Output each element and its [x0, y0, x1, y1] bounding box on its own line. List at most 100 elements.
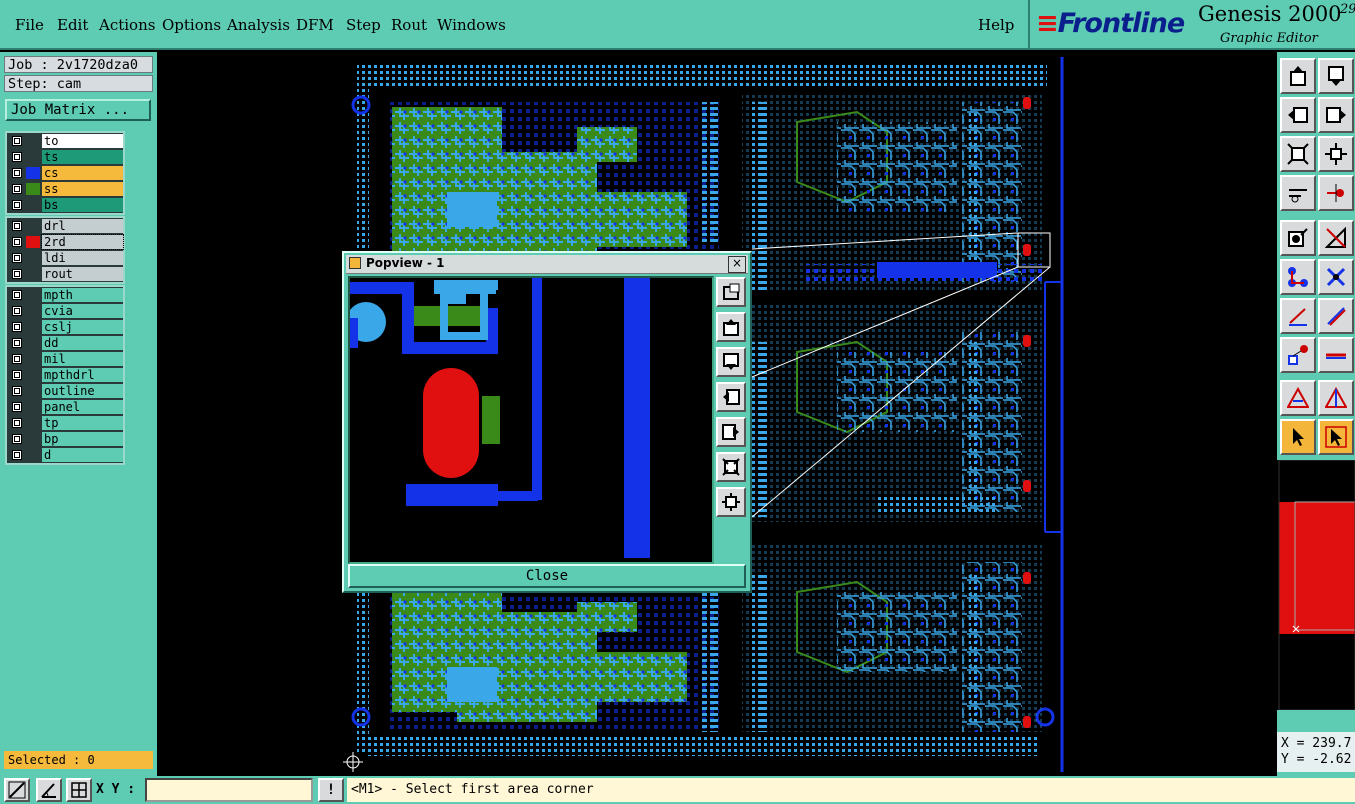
layer-name[interactable]: cslj: [42, 320, 123, 334]
layer-row-2rd[interactable]: 2rd: [7, 234, 124, 250]
zoom-out-icon[interactable]: [716, 487, 746, 517]
net-cross-icon[interactable]: [1318, 259, 1354, 295]
popview-titlebar[interactable]: Popview - 1 ×: [346, 255, 748, 274]
pan-down-icon[interactable]: [716, 347, 746, 377]
layer-checkbox[interactable]: [12, 237, 22, 247]
layer-row-ts[interactable]: ts: [7, 149, 123, 165]
alert-icon[interactable]: !: [318, 778, 344, 802]
layer-checkbox[interactable]: [12, 418, 22, 428]
layer-checkbox[interactable]: [12, 269, 22, 279]
layer-row-cvia[interactable]: cvia: [7, 303, 123, 319]
layer-color-swatch[interactable]: [26, 385, 40, 397]
triangle-icon[interactable]: [1280, 380, 1316, 416]
pan-up-icon[interactable]: [716, 312, 746, 342]
layer-name[interactable]: cvia: [42, 304, 123, 318]
layer-checkbox[interactable]: [12, 434, 22, 444]
layer-name[interactable]: bs: [42, 198, 123, 212]
layer-color-swatch[interactable]: [26, 252, 40, 264]
layer-color-swatch[interactable]: [26, 401, 40, 413]
triangle-split-icon[interactable]: [1318, 380, 1354, 416]
layer-color-swatch[interactable]: [26, 449, 40, 461]
layer-color-swatch[interactable]: [26, 199, 40, 211]
layer-name[interactable]: ss: [42, 182, 123, 196]
job-matrix-button[interactable]: Job Matrix ...: [5, 99, 151, 121]
line-draw-icon[interactable]: [1280, 298, 1316, 334]
measure-icon[interactable]: [1280, 175, 1316, 211]
select-pointer-icon[interactable]: [1280, 419, 1316, 455]
menu-help[interactable]: Help: [978, 16, 1014, 34]
net-select-icon[interactable]: [1280, 259, 1316, 295]
menu-actions[interactable]: Actions: [99, 16, 155, 34]
layer-row-outline[interactable]: outline: [7, 383, 123, 399]
pan-left-icon[interactable]: [1280, 97, 1316, 133]
probe-icon[interactable]: [1318, 175, 1354, 211]
layer-color-swatch[interactable]: [26, 135, 40, 147]
pan-right-icon[interactable]: [716, 417, 746, 447]
layer-checkbox[interactable]: [12, 200, 22, 210]
layer-checkbox[interactable]: [12, 152, 22, 162]
layer-checkbox[interactable]: [12, 322, 22, 332]
layer-checkbox[interactable]: [12, 184, 22, 194]
popview-canvas[interactable]: [348, 276, 714, 564]
layer-row-tp[interactable]: tp: [7, 415, 123, 431]
layer-name[interactable]: ts: [42, 150, 123, 164]
layer-checkbox[interactable]: [12, 306, 22, 316]
layer-row-drl[interactable]: drl: [7, 218, 123, 234]
close-icon[interactable]: ×: [728, 256, 746, 273]
menu-rout[interactable]: Rout: [391, 16, 427, 34]
layer-row-bp[interactable]: bp: [7, 431, 123, 447]
layer-color-swatch[interactable]: [26, 151, 40, 163]
layer-color-swatch[interactable]: [26, 417, 40, 429]
layer-color-swatch[interactable]: [26, 220, 40, 232]
layer-name[interactable]: tp: [42, 416, 123, 430]
layer-name[interactable]: mpth: [42, 288, 123, 302]
layer-checkbox[interactable]: [12, 136, 22, 146]
pan-up-icon[interactable]: [1280, 58, 1316, 94]
layer-checkbox[interactable]: [12, 221, 22, 231]
layer-name[interactable]: cs: [42, 166, 123, 180]
horizontal-line-icon[interactable]: [1318, 337, 1354, 373]
snap-edge-icon[interactable]: [1318, 220, 1354, 256]
layer-row-d[interactable]: d: [7, 447, 123, 463]
layer-row-panel[interactable]: panel: [7, 399, 123, 415]
layer-name[interactable]: outline: [42, 384, 123, 398]
layer-color-swatch[interactable]: [26, 353, 40, 365]
pan-left-icon[interactable]: [716, 382, 746, 412]
line-angle-icon[interactable]: [1318, 298, 1354, 334]
layer-name[interactable]: to: [42, 134, 123, 148]
layer-row-ldi[interactable]: ldi: [7, 250, 123, 266]
layer-checkbox[interactable]: [12, 402, 22, 412]
layer-color-swatch[interactable]: [26, 321, 40, 333]
layer-color-swatch[interactable]: [26, 268, 40, 280]
layer-checkbox[interactable]: [12, 354, 22, 364]
zoom-out-icon[interactable]: [1318, 136, 1354, 172]
layer-row-rout[interactable]: rout: [7, 266, 123, 282]
menu-step[interactable]: Step: [346, 16, 381, 34]
layer-color-swatch[interactable]: [26, 236, 40, 248]
menu-dfm[interactable]: DFM: [296, 16, 334, 34]
layer-name[interactable]: rout: [42, 267, 123, 281]
layer-color-swatch[interactable]: [26, 289, 40, 301]
zoom-in-icon[interactable]: [716, 452, 746, 482]
layer-row-ss[interactable]: ss: [7, 181, 123, 197]
close-button[interactable]: Close: [348, 564, 746, 588]
layer-name[interactable]: d: [42, 448, 123, 462]
layer-name[interactable]: mil: [42, 352, 123, 366]
layer-row-cslj[interactable]: cslj: [7, 319, 123, 335]
layer-row-mil[interactable]: mil: [7, 351, 123, 367]
layer-name[interactable]: dd: [42, 336, 123, 350]
layer-row-cs[interactable]: cs: [7, 165, 123, 181]
layer-row-mpth[interactable]: mpth: [7, 287, 123, 303]
layer-checkbox[interactable]: [12, 386, 22, 396]
menu-edit[interactable]: Edit: [57, 16, 88, 34]
snap-point-icon[interactable]: [1280, 220, 1316, 256]
layer-name[interactable]: bp: [42, 432, 123, 446]
select-pointer-alt-icon[interactable]: [1318, 419, 1354, 455]
snap-grid-icon[interactable]: [4, 778, 30, 802]
layer-color-swatch[interactable]: [26, 305, 40, 317]
layer-color-swatch[interactable]: [26, 433, 40, 445]
pan-down-icon[interactable]: [1318, 58, 1354, 94]
layer-checkbox[interactable]: [12, 290, 22, 300]
menu-options[interactable]: Options: [162, 16, 221, 34]
pan-right-icon[interactable]: [1318, 97, 1354, 133]
